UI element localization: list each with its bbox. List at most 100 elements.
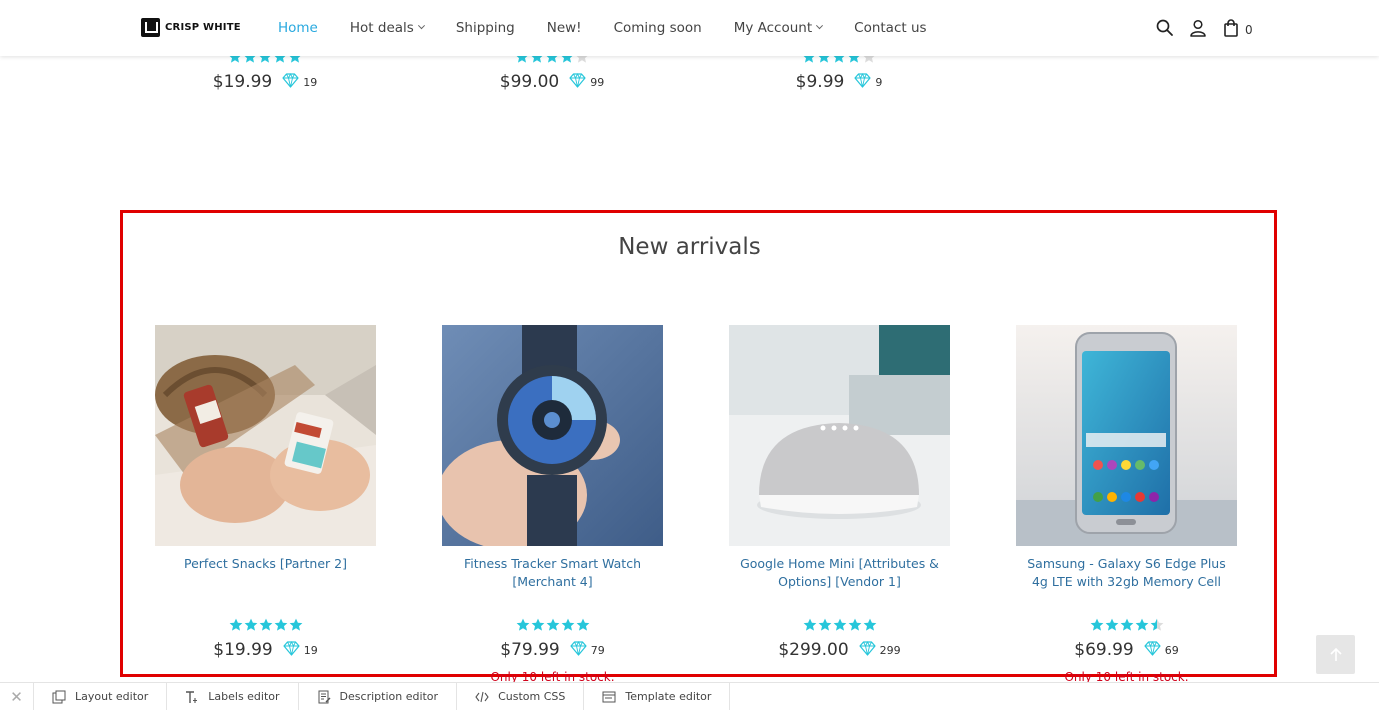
nav-label: Coming soon (613, 20, 702, 36)
star-icon (576, 618, 589, 631)
star-icon (1090, 618, 1103, 631)
product-name-link[interactable]: Fitness Tracker Smart Watch [Merchant 4] (442, 555, 663, 591)
nav-label: Hot deals (349, 20, 414, 36)
star-icon (274, 618, 287, 631)
star-icon (863, 618, 876, 631)
star-icon (848, 618, 861, 631)
nav-label: Home (278, 20, 318, 36)
logo-text: CRISP WHITE (165, 22, 241, 33)
reward-points: 79 (590, 643, 605, 657)
product-image-snacks[interactable] (155, 325, 376, 546)
star-icon (259, 618, 272, 631)
product-name-link[interactable]: Google Home Mini [Attributes & Options] … (729, 555, 950, 591)
reward-points: 69 (1164, 643, 1179, 657)
product-price: $9.99 (795, 72, 845, 92)
close-toolbar-button[interactable]: ✕ (0, 682, 34, 710)
nav-item-my-account[interactable]: My Account (718, 20, 838, 36)
nav-item-new[interactable]: New! (531, 20, 598, 36)
custom-css-button[interactable]: Custom CSS (457, 682, 585, 710)
product-price: $299.00 (778, 640, 849, 660)
reward-points: 299 (879, 643, 901, 657)
template-icon (602, 691, 616, 702)
diamond-icon (559, 72, 586, 92)
search-icon[interactable] (1155, 18, 1175, 38)
nav-item-shipping[interactable]: Shipping (440, 20, 531, 36)
toolbar-label: Labels editor (208, 690, 280, 703)
description-editor-button[interactable]: Description editor (299, 682, 458, 710)
nav-item-contact-us[interactable]: Contact us (838, 20, 942, 36)
text-icon (186, 690, 198, 703)
chevron-down-icon (417, 21, 425, 29)
star-icon (289, 618, 302, 631)
diamond-icon (849, 640, 876, 660)
product-card: Samsung - Galaxy S6 Edge Plus 4g LTE wit… (1016, 325, 1237, 686)
rating-stars (1016, 618, 1237, 632)
nav-label: Contact us (854, 20, 927, 36)
product-price: $99.00 (499, 72, 560, 92)
product-price: $19.99 (212, 72, 273, 92)
nav-label: Shipping (455, 20, 515, 36)
nav-item-hot-deals[interactable]: Hot deals (334, 20, 440, 36)
product-name-link[interactable]: Samsung - Galaxy S6 Edge Plus 4g LTE wit… (1016, 555, 1237, 591)
rating-stars (442, 618, 663, 632)
scroll-to-top-button[interactable] (1316, 635, 1355, 674)
chevron-down-icon (816, 21, 824, 29)
star-icon (1135, 618, 1148, 631)
product-price: $69.99 (1074, 640, 1134, 660)
product-card: $9.99 9 (729, 50, 949, 92)
nav-label: My Account (733, 20, 813, 36)
star-icon (229, 618, 242, 631)
star-icon (818, 618, 831, 631)
star-icon (1105, 618, 1118, 631)
product-card: Fitness Tracker Smart Watch [Merchant 4]… (442, 325, 663, 686)
diamond-icon (272, 72, 299, 92)
labels-editor-button[interactable]: Labels editor (167, 682, 299, 710)
reward-points: 19 (303, 75, 318, 89)
price-row: $69.99 69 (1016, 640, 1237, 660)
close-icon: ✕ (10, 687, 23, 706)
price-row: $99.00 99 (442, 72, 662, 92)
product-price: $19.99 (213, 640, 273, 660)
description-icon (318, 690, 331, 703)
toolbar-label: Layout editor (75, 690, 149, 703)
star-icon (531, 618, 544, 631)
diamond-icon (273, 640, 300, 660)
rating-stars (155, 618, 376, 632)
star-icon (1120, 618, 1133, 631)
price-row: $9.99 9 (729, 72, 949, 92)
toolbar-label: Custom CSS (498, 690, 566, 703)
site-header: CRISP WHITE Home Hot deals Shipping New!… (0, 0, 1379, 56)
cart-count: 0 (1245, 22, 1253, 37)
price-row: $19.99 19 (155, 72, 375, 92)
user-icon[interactable] (1188, 18, 1208, 38)
star-icon (1150, 618, 1163, 631)
star-icon (803, 618, 816, 631)
diamond-icon (1134, 640, 1161, 660)
logo-mark-icon (141, 18, 160, 37)
product-image-phone[interactable] (1016, 325, 1237, 546)
star-icon (546, 618, 559, 631)
product-name-link[interactable]: Perfect Snacks [Partner 2] (155, 555, 376, 591)
reward-points: 99 (590, 75, 605, 89)
nav-item-coming-soon[interactable]: Coming soon (598, 20, 718, 36)
star-icon (561, 618, 574, 631)
product-card: Perfect Snacks [Partner 2] $19.99 19 (155, 325, 376, 686)
diamond-icon (560, 640, 587, 660)
product-image-watch[interactable] (442, 325, 663, 546)
toolbar-label: Template editor (625, 690, 712, 703)
code-icon (475, 691, 489, 702)
layout-editor-button[interactable]: Layout editor (34, 682, 168, 710)
arrow-up-icon (1329, 647, 1342, 661)
nav-label: New! (546, 20, 582, 36)
logo[interactable]: CRISP WHITE (141, 18, 241, 37)
reward-points: 9 (875, 75, 883, 89)
price-row: $19.99 19 (155, 640, 376, 660)
header-actions: 0 (1155, 18, 1253, 38)
product-image-smart-speaker[interactable] (729, 325, 950, 546)
price-row: $299.00 299 (729, 640, 950, 660)
star-icon (244, 618, 257, 631)
nav-item-home[interactable]: Home (262, 20, 334, 36)
product-card: $99.00 99 (442, 50, 662, 92)
template-editor-button[interactable]: Template editor (584, 682, 731, 710)
bag-icon[interactable] (1221, 18, 1241, 38)
